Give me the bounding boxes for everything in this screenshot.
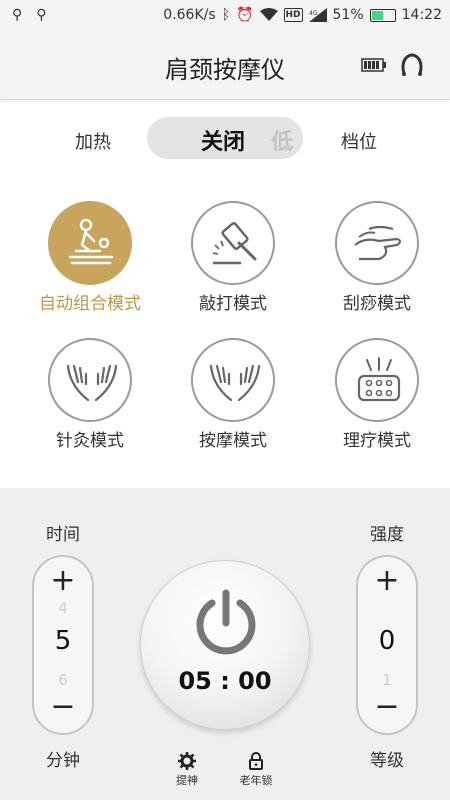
heat-label: 加热	[75, 132, 111, 153]
mode-acupuncture[interactable]: 针灸模式	[20, 338, 160, 451]
heat-next-level[interactable]: 低	[271, 124, 293, 156]
mode-massage[interactable]: 按摩模式	[163, 338, 303, 451]
mode-icon-circle	[335, 201, 419, 285]
time-unit-label: 分钟	[46, 751, 80, 771]
device-battery-icon	[361, 58, 386, 72]
intensity-stepper[interactable]: + 0 1 −	[356, 555, 418, 735]
power-icon	[196, 589, 256, 655]
time-prev-value: 4	[58, 599, 68, 617]
mode-label: 自动组合模式	[39, 294, 141, 314]
mode-label: 针灸模式	[56, 431, 124, 451]
elder-lock-label: 老年锁	[239, 774, 273, 787]
wifi-icon	[259, 8, 278, 21]
scraping-hand-icon	[354, 225, 402, 261]
intensity-value: 0	[378, 626, 396, 656]
status-bar: ⚲ ⚲ 0.66K/s ᛒ ⏰ HD 4G 51% 14:22	[0, 0, 450, 32]
svg-text:4G: 4G	[309, 10, 318, 17]
refresh-mode-button[interactable]: 提神	[170, 752, 204, 788]
power-button[interactable]: 05 : 00	[140, 560, 310, 730]
mode-label: 敲打模式	[199, 294, 267, 314]
app-header: 肩颈按摩仪	[0, 32, 450, 100]
heat-current-level: 关闭	[201, 130, 246, 155]
intensity-increase-button[interactable]: +	[358, 563, 416, 599]
network-speed: 0.66K/s	[163, 7, 216, 23]
mode-label: 刮痧模式	[343, 294, 411, 314]
intensity-unit-label: 等级	[370, 751, 404, 771]
time-label: 时间	[46, 525, 80, 545]
time-next-value: 6	[58, 671, 68, 689]
intensity-next-value: 1	[382, 671, 392, 689]
mode-label: 按摩模式	[199, 431, 267, 451]
mode-icon-circle	[48, 201, 132, 285]
time-stepper[interactable]: + 4 5 6 −	[32, 555, 94, 735]
hd-badge: HD	[283, 8, 303, 22]
mode-icon-circle	[191, 201, 275, 285]
lock-icon	[249, 752, 263, 770]
battery-icon	[369, 8, 396, 22]
mode-scraping[interactable]: 刮痧模式	[307, 201, 447, 314]
hands-icon	[66, 364, 118, 402]
intensity-decrease-button[interactable]: −	[358, 689, 416, 725]
signal-icon: 4G	[308, 8, 327, 22]
intensity-label: 强度	[370, 525, 404, 545]
usb-icon: ⚲	[12, 7, 23, 23]
gear-icon	[178, 752, 196, 770]
mode-icon-circle	[48, 338, 132, 422]
refresh-mode-label: 提神	[176, 774, 198, 787]
elder-lock-button[interactable]: 老年锁	[234, 752, 278, 788]
mode-label: 理疗模式	[343, 431, 411, 451]
usb-icon: ⚲	[36, 7, 47, 23]
status-bar-right: 0.66K/s ᛒ ⏰ HD 4G 51% 14:22	[163, 6, 442, 24]
time-value: 5	[54, 626, 72, 656]
battery-level	[371, 10, 383, 20]
hammer-icon	[212, 221, 257, 265]
mode-icon-circle	[335, 338, 419, 422]
mode-tapping[interactable]: 敲打模式	[163, 201, 303, 314]
alarm-icon: ⏰	[236, 7, 254, 23]
time-decrease-button[interactable]: −	[34, 689, 92, 725]
time-increase-button[interactable]: +	[34, 563, 92, 599]
neck-massager-icon[interactable]	[399, 52, 425, 78]
mode-auto-combo[interactable]: 自动组合模式	[20, 201, 160, 314]
battery-percent: 51%	[332, 7, 364, 23]
massage-person-icon	[68, 218, 114, 265]
status-time: 14:22	[401, 7, 442, 23]
mode-physiotherapy[interactable]: 理疗模式	[307, 338, 447, 451]
heat-level-selector[interactable]: 关闭 低	[147, 117, 303, 159]
countdown-timer: 05 : 00	[178, 667, 272, 695]
bluetooth-icon: ᛒ	[221, 7, 231, 23]
gear-label: 档位	[341, 132, 377, 153]
hands-icon	[209, 364, 261, 402]
therapy-pad-icon	[357, 357, 401, 402]
status-bar-left: ⚲ ⚲	[12, 6, 47, 24]
mode-icon-circle	[191, 338, 275, 422]
